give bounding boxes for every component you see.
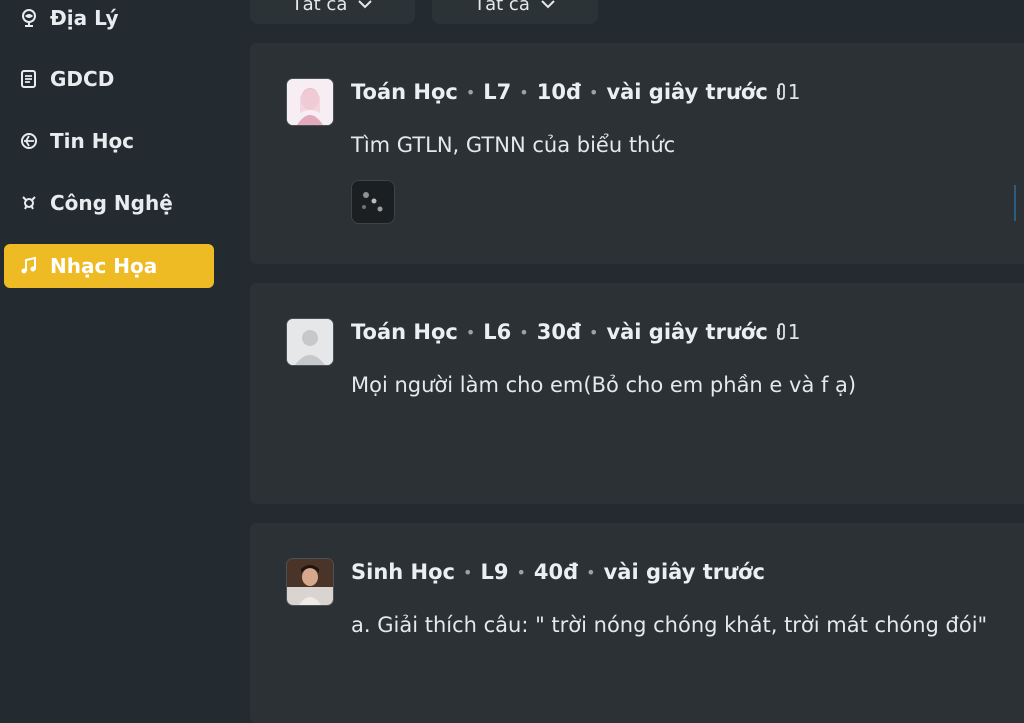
sidebar-item-dia-ly[interactable]: Địa Lý	[4, 0, 214, 40]
chevron-down-icon	[540, 0, 556, 9]
sidebar-item-label: GDCD	[50, 67, 115, 91]
chevron-down-icon	[357, 0, 373, 9]
sidebar-item-nhac-hoa[interactable]: Nhạc Họa	[4, 244, 214, 288]
subject-label[interactable]: Toán Học	[351, 80, 458, 104]
grade-label: L6	[483, 320, 512, 344]
sidebar-item-label: Địa Lý	[50, 6, 119, 30]
time-label: vài giây trước	[606, 320, 768, 344]
time-label: vài giây trước	[603, 560, 765, 584]
sidebar-item-cong-nghe[interactable]: Công Nghệ	[4, 181, 214, 225]
music-icon	[18, 255, 40, 277]
paperclip-icon	[774, 82, 788, 102]
grade-label: L7	[483, 80, 512, 104]
globe-icon	[18, 7, 40, 29]
gear-icon	[18, 192, 40, 214]
points-label: 40đ	[533, 560, 579, 584]
question-content[interactable]: Mọi người làm cho em(Bỏ cho em phần e và…	[351, 373, 856, 397]
attachment-thumbnail[interactable]	[351, 180, 395, 224]
question-meta: Sinh Học • L9 • 40đ • vài giây trước	[351, 560, 765, 584]
points-label: 30đ	[536, 320, 581, 344]
filter-label: Tất cả	[291, 0, 348, 15]
attachment-count: 1	[774, 80, 801, 104]
points-label: 10đ	[536, 80, 581, 104]
sidebar-item-tin-hoc[interactable]: Tin Học	[4, 119, 214, 163]
computer-icon	[18, 130, 40, 152]
avatar[interactable]	[286, 318, 334, 366]
question-meta: Toán Học • L6 • 30đ • vài giây trước 1	[351, 320, 801, 344]
paperclip-icon	[774, 322, 788, 342]
filter-dropdown-2[interactable]: Tất cả	[432, 0, 598, 24]
sidebar-item-label: Nhạc Họa	[50, 254, 158, 278]
grade-label: L9	[480, 560, 509, 584]
filter-label: Tất cả	[474, 0, 530, 15]
sidebar-item-gdcd[interactable]: GDCD	[4, 57, 214, 101]
question-card[interactable]: Toán Học • L6 • 30đ • vài giây trước 1 M…	[250, 283, 1024, 504]
question-content[interactable]: a. Giải thích câu: " trời nóng chóng khá…	[351, 613, 987, 637]
sidebar: Địa Lý GDCD Tin Học Công Nghệ Nhạc Họa	[0, 0, 232, 652]
attachment-count: 1	[774, 320, 801, 344]
time-label: vài giây trước	[606, 80, 768, 104]
document-icon	[18, 68, 40, 90]
filter-dropdown-1[interactable]: Tất cả	[250, 0, 415, 24]
sidebar-item-label: Công Nghệ	[50, 191, 173, 215]
question-card[interactable]: Toán Học • L7 • 10đ • vài giây trước 1 T…	[250, 43, 1024, 264]
question-meta: Toán Học • L7 • 10đ • vài giây trước 1	[351, 80, 801, 104]
subject-label[interactable]: Sinh Học	[351, 560, 455, 584]
avatar[interactable]	[286, 78, 334, 126]
avatar[interactable]	[286, 558, 334, 606]
sidebar-item-label: Tin Học	[50, 129, 135, 153]
question-card[interactable]: Sinh Học • L9 • 40đ • vài giây trước a. …	[250, 523, 1024, 723]
subject-label[interactable]: Toán Học	[351, 320, 458, 344]
question-content[interactable]: Tìm GTLN, GTNN của biểu thức	[351, 133, 675, 157]
